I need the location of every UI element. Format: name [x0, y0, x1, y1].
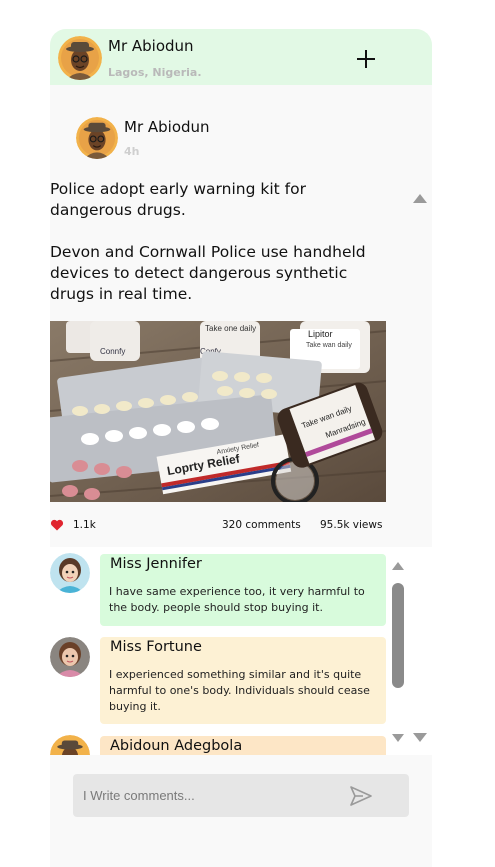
comment-text: I experienced something similar and it's… — [109, 668, 370, 713]
post-description: Devon and Cornwall Police use handheld d… — [50, 243, 366, 303]
post-headline: Police adopt early warning kit for dange… — [50, 180, 306, 219]
post-author-avatar[interactable] — [76, 117, 118, 159]
comments-count[interactable]: 320 comments — [222, 519, 301, 531]
comment-bubble: Miss Jennifer I have same experience too… — [100, 554, 386, 626]
take-one-daily-label: Take one daily — [205, 324, 256, 333]
header-name: Mr Abiodun — [108, 37, 194, 55]
header-avatar[interactable] — [58, 36, 102, 80]
comment-author: Abidoun Adegbola — [110, 738, 243, 754]
post-image[interactable]: Lipitor Take wan daily Take one daily Co… — [50, 321, 386, 502]
post-timestamp: 4h — [124, 145, 140, 158]
connfy-label: Connfy — [100, 347, 125, 356]
add-icon[interactable] — [354, 47, 378, 71]
lipitor-label: Lipitor — [308, 329, 333, 339]
post-panel: Mr Abiodun Lagos, Nigeria. Mr Abiodun 4h… — [50, 29, 432, 867]
comment-composer — [73, 774, 409, 817]
send-icon[interactable] — [349, 785, 373, 807]
comment-bubble: Abidoun Adegbola — [100, 736, 386, 755]
comment-avatar[interactable] — [50, 553, 90, 593]
post-author-name: Mr Abiodun — [124, 118, 210, 136]
post-stats: 1.1k 320 comments 95.5k views — [50, 518, 386, 534]
header-location: Lagos, Nigeria. — [108, 66, 202, 79]
comment-avatar[interactable] — [50, 637, 90, 677]
comment-author: Miss Fortune — [110, 639, 202, 655]
comments-scroll-thumb[interactable] — [392, 583, 404, 688]
post-body: Police adopt early warning kit for dange… — [50, 179, 380, 326]
comment-input[interactable] — [83, 774, 343, 817]
scroll-up-arrow-icon[interactable] — [412, 192, 428, 204]
comment-text: I have same experience too, it very harm… — [109, 585, 365, 614]
take-daily-label: Take wan daily — [306, 342, 352, 349]
views-count: 95.5k views — [320, 519, 383, 531]
likes-count: 1.1k — [73, 519, 96, 531]
comment-bubble: Miss Fortune I experienced something sim… — [100, 637, 386, 724]
scroll-down-arrow-icon[interactable] — [412, 732, 428, 744]
comment-author: Miss Jennifer — [110, 556, 202, 572]
profile-header: Mr Abiodun Lagos, Nigeria. — [50, 29, 432, 85]
comments-list[interactable]: Miss Jennifer I have same experience too… — [50, 547, 432, 755]
heart-icon[interactable] — [50, 518, 64, 532]
comment-avatar[interactable] — [50, 735, 90, 755]
